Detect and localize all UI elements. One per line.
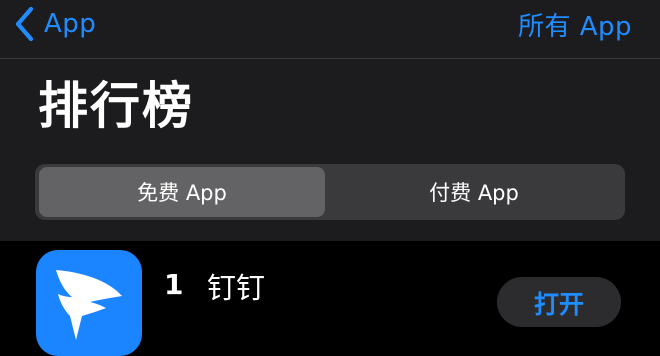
wing-logo-icon [56,270,122,340]
all-apps-link[interactable]: 所有 App [518,6,632,42]
app-rank: 1 [164,268,184,301]
tab-free-apps[interactable]: 免费 App [39,167,325,217]
back-button[interactable]: App [14,6,96,42]
dingtalk-app-icon[interactable] [36,250,142,356]
open-button[interactable]: 打开 [497,277,621,327]
app-name: 钉钉 [207,271,266,305]
header-divider [0,58,660,59]
segmented-control: 免费 App 付费 App [35,164,625,220]
list-item[interactable]: 1 钉钉 打开 [0,241,660,356]
tab-paid-apps[interactable]: 付费 App [327,167,621,217]
page-title: 排行榜 [38,77,194,135]
back-button-label: App [44,9,97,39]
chevron-left-icon [14,6,36,42]
